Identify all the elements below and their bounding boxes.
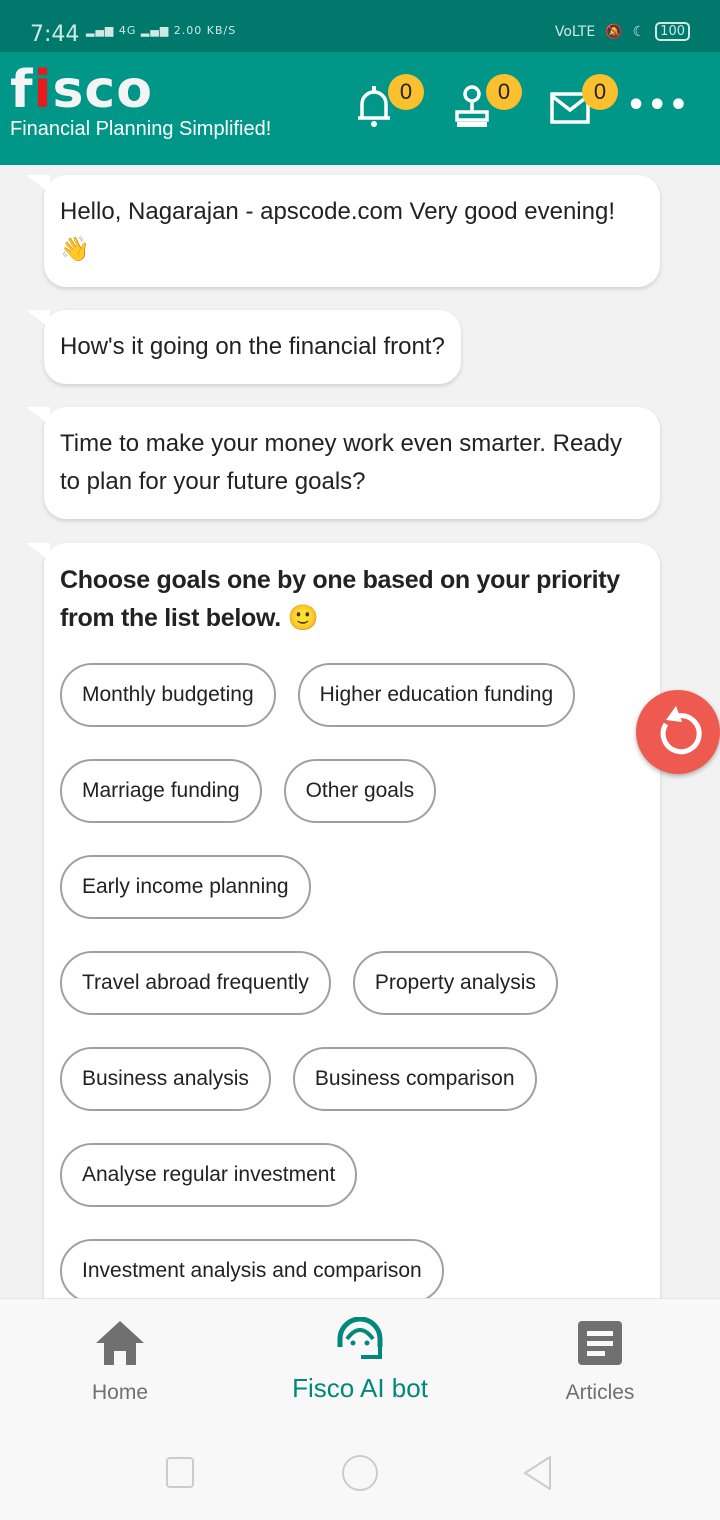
refresh-button[interactable] [636, 690, 720, 774]
goal-chip[interactable]: Higher education funding [297, 663, 576, 727]
article-icon [578, 1321, 622, 1365]
mute-icon: 🔕 [605, 23, 623, 40]
bottom-nav: Home Fisco AI bot Articles [0, 1298, 720, 1430]
network-type: 4G [118, 24, 137, 37]
messages-badge: 0 [582, 74, 618, 110]
nav-label: Articles [565, 1381, 635, 1404]
recents-icon[interactable] [164, 1456, 196, 1490]
network-speed: 2.00 KB/S [173, 24, 237, 37]
bell-icon [358, 86, 390, 127]
goal-chip[interactable]: Business analysis [60, 1047, 271, 1111]
profile-button[interactable]: 0 [454, 74, 522, 128]
stamp-icon [455, 85, 489, 127]
app-header: fisco Financial Planning Simplified! 0 0… [0, 52, 720, 165]
chat-message: How's it going on the financial front? [26, 310, 461, 384]
goal-chip[interactable]: Investment analysis and comparison [60, 1239, 444, 1298]
goal-chip[interactable]: Analyse regular investment [60, 1143, 358, 1207]
nav-fisco-ai-bot[interactable]: Fisco AI bot [260, 1317, 460, 1404]
chat-message: Time to make your money work even smarte… [26, 407, 660, 519]
tagline: Financial Planning Simplified! [10, 118, 272, 140]
status-icons: VoLTE 🔕 ☾ 100 [555, 22, 690, 41]
goal-chip[interactable]: Monthly budgeting [60, 663, 276, 727]
fisco-logo: fisco [10, 60, 153, 120]
goal-chip[interactable]: Business comparison [292, 1047, 537, 1111]
headset-bot-icon [337, 1317, 383, 1359]
goal-chip[interactable]: Property analysis [352, 951, 558, 1015]
goal-chip[interactable]: Other goals [283, 759, 437, 823]
chat-area: Hello, Nagarajan - apscode.com Very good… [0, 165, 720, 1298]
goals-prompt: Choose goals one by one based on your pr… [60, 566, 620, 632]
back-icon[interactable] [520, 1454, 556, 1492]
network-indicator: ▂▄▆ 4G ▂▄▆ 2.00 KB/S [86, 24, 237, 37]
chat-message: Hello, Nagarajan - apscode.com Very good… [26, 175, 660, 287]
home-circle-icon[interactable] [340, 1454, 380, 1492]
home-icon [96, 1321, 144, 1365]
nav-label: Fisco AI bot [292, 1373, 428, 1403]
nav-home[interactable]: Home [20, 1319, 220, 1405]
goal-chip[interactable]: Marriage funding [60, 759, 262, 823]
battery-icon: 100 [655, 22, 690, 41]
status-time: 7:44 [30, 22, 80, 47]
goals-message: Choose goals one by one based on your pr… [26, 543, 660, 1298]
messages-button[interactable]: 0 [550, 74, 618, 128]
more-options-icon[interactable]: ••• [626, 88, 690, 123]
system-nav-bar [0, 1430, 720, 1520]
refresh-icon [660, 706, 702, 755]
goal-chips: Monthly budgeting Higher education fundi… [60, 663, 644, 1298]
status-bar: 7:44 ▂▄▆ 4G ▂▄▆ 2.00 KB/S VoLTE 🔕 ☾ 100 [0, 0, 720, 52]
profile-badge: 0 [486, 74, 522, 110]
nav-articles[interactable]: Articles [500, 1319, 700, 1405]
volte-icon: VoLTE [554, 23, 596, 40]
goal-chip[interactable]: Travel abroad frequently [60, 951, 331, 1015]
notifications-button[interactable]: 0 [356, 74, 424, 128]
goal-chip[interactable]: Early income planning [60, 855, 311, 919]
nav-label: Home [91, 1381, 149, 1404]
notifications-badge: 0 [388, 74, 424, 110]
moon-icon: ☾ [632, 23, 646, 40]
